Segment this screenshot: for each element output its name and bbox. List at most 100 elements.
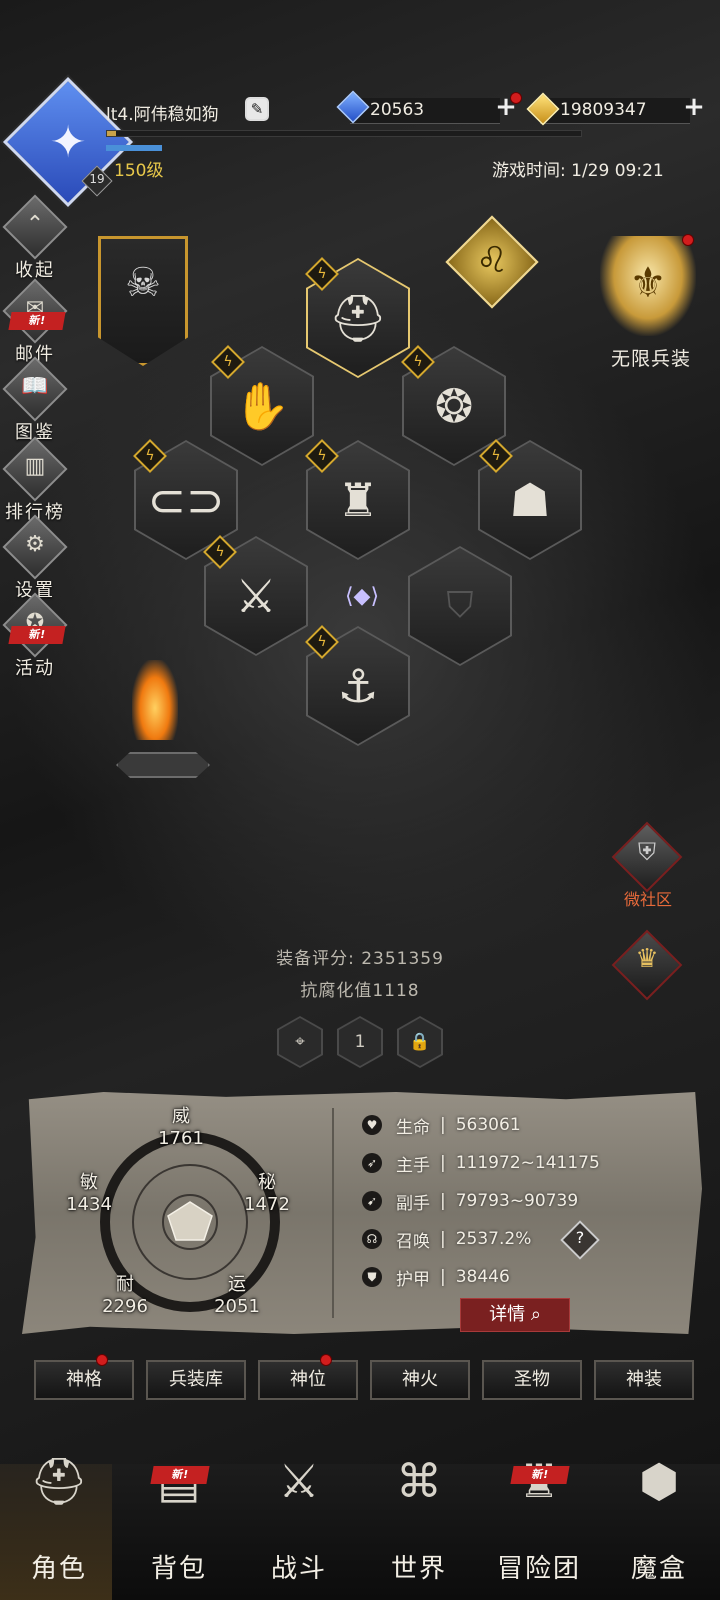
gear-icon: ⚙ bbox=[25, 532, 45, 557]
lion-head-icon: ♌ bbox=[475, 240, 509, 281]
swap-diamond-icon[interactable]: ⟨◆⟩ bbox=[322, 584, 402, 609]
torch-pedestal bbox=[116, 752, 210, 778]
belt-icon: ⊂⊃ bbox=[147, 473, 225, 527]
lightning-icon: ϟ bbox=[223, 354, 233, 370]
stat-value: 111972~141175 bbox=[455, 1153, 600, 1173]
community-label[interactable]: 微社区 bbox=[600, 886, 696, 910]
new-tag: 新! bbox=[8, 312, 66, 330]
diamond-amount: 20563 bbox=[370, 100, 425, 120]
sword-icon: ➶ bbox=[362, 1153, 382, 1173]
shield-icon: ⛉ bbox=[446, 585, 474, 626]
lightning-icon: ϟ bbox=[317, 634, 327, 650]
collapse-icon: ⌃ bbox=[25, 212, 45, 237]
summon-icon: ☊ bbox=[362, 1229, 382, 1249]
infinite-gear-label[interactable]: 无限兵装 bbox=[586, 344, 716, 371]
necklace-icon: ❂ bbox=[434, 379, 474, 433]
add-gold-button[interactable]: + bbox=[682, 94, 706, 120]
attribute-mi: 秘 1472 bbox=[222, 1172, 312, 1216]
coat-icon: ♜ bbox=[337, 473, 379, 527]
attribute-min: 敏 1434 bbox=[44, 1172, 134, 1216]
attribute-name: 秘 bbox=[258, 1172, 276, 1193]
nav-label-0[interactable]: 角色 bbox=[0, 1548, 118, 1585]
stat-row: ➹ 副手 | 79793~90739 bbox=[362, 1188, 578, 1214]
stat-separator: | bbox=[440, 1115, 446, 1135]
helmet-icon[interactable]: ⛑ bbox=[24, 1446, 94, 1516]
new-tag: 新! bbox=[150, 1466, 210, 1484]
lightning-icon: ϟ bbox=[317, 266, 327, 282]
stats-divider bbox=[332, 1108, 334, 1318]
shield-sword-icon[interactable]: ⚔ bbox=[264, 1446, 334, 1516]
nav-label-4[interactable]: 冒险团 bbox=[480, 1548, 598, 1585]
stat-row: ☊ 召唤 | 2537.2% bbox=[362, 1226, 531, 1252]
attribute-value: 1472 bbox=[244, 1194, 290, 1215]
attribute-value: 1434 bbox=[66, 1194, 112, 1215]
attribute-radar-shape bbox=[167, 1201, 213, 1241]
dagger-icon: ➹ bbox=[362, 1191, 382, 1211]
stat-value: 38446 bbox=[455, 1267, 510, 1287]
nav-label-5[interactable]: 魔盒 bbox=[600, 1548, 718, 1585]
heart-icon: ♥ bbox=[362, 1115, 382, 1135]
cube-icon[interactable]: ⬢ bbox=[624, 1446, 694, 1516]
gauntlet-icon: ✋ bbox=[233, 378, 291, 433]
tab-5[interactable]: 神装 bbox=[594, 1360, 694, 1400]
boots-icon: ⚓ bbox=[337, 659, 379, 713]
stat-value: 79793~90739 bbox=[455, 1191, 579, 1211]
nav-label-1[interactable]: 背包 bbox=[120, 1548, 238, 1585]
side-menu-label[interactable]: 活动 bbox=[0, 654, 70, 680]
stat-value: 563061 bbox=[455, 1115, 521, 1135]
attribute-nai: 耐 2296 bbox=[80, 1274, 170, 1318]
tab-4[interactable]: 圣物 bbox=[482, 1360, 582, 1400]
nav-label-2[interactable]: 战斗 bbox=[240, 1548, 358, 1585]
stat-label: 主手 bbox=[396, 1155, 430, 1176]
stat-label: 副手 bbox=[396, 1193, 430, 1214]
stat-label: 生命 bbox=[396, 1117, 430, 1138]
corruption-resistance: 抗腐化值1118 bbox=[300, 981, 420, 1001]
notification-dot bbox=[510, 92, 522, 104]
details-button[interactable]: 详情 ⌕ bbox=[460, 1298, 570, 1332]
stat-separator: | bbox=[440, 1267, 446, 1287]
stat-separator: | bbox=[440, 1229, 446, 1249]
tab-3[interactable]: 神火 bbox=[370, 1360, 470, 1400]
edit-name-icon[interactable]: ✎ bbox=[245, 97, 269, 121]
attribute-yun: 运 2051 bbox=[192, 1274, 282, 1318]
game-time: 游戏时间: 1/29 09:21 bbox=[492, 161, 664, 181]
tab-2[interactable]: 神位 bbox=[258, 1360, 358, 1400]
attribute-value: 1761 bbox=[158, 1128, 204, 1149]
tab-0[interactable]: 神格 bbox=[34, 1360, 134, 1400]
stat-separator: | bbox=[440, 1191, 446, 1211]
stat-value: 2537.2% bbox=[455, 1229, 532, 1249]
lightning-icon: ϟ bbox=[317, 448, 327, 464]
stat-label: 召唤 bbox=[396, 1231, 430, 1252]
new-tag: 新! bbox=[510, 1466, 570, 1484]
attribute-name: 运 bbox=[228, 1274, 246, 1295]
level-badge-text: 19 bbox=[89, 172, 105, 186]
ranking-icon: ▥ bbox=[24, 454, 46, 479]
stat-label: 护甲 bbox=[396, 1269, 430, 1290]
stat-row: ⛊ 护甲 | 38446 bbox=[362, 1264, 510, 1290]
attribute-value: 2051 bbox=[214, 1296, 260, 1317]
stat-row: ➶ 主手 | 111972~141175 bbox=[362, 1150, 600, 1176]
offhand-slot[interactable]: ⛉ bbox=[410, 548, 510, 664]
xp-bar bbox=[106, 130, 582, 137]
lightning-icon: ϟ bbox=[413, 354, 423, 370]
knight-helmet-icon: ⛨ bbox=[638, 838, 656, 866]
map-icon[interactable]: ⌘ bbox=[384, 1446, 454, 1516]
helmet-icon: ⛑ bbox=[328, 290, 388, 345]
cloak-icon: ☗ bbox=[509, 473, 551, 527]
gold-amount: 19809347 bbox=[560, 100, 647, 120]
attribute-name: 敏 bbox=[80, 1172, 98, 1193]
book-icon: 📖 bbox=[21, 374, 49, 399]
notification-dot bbox=[320, 1354, 332, 1366]
attribute-wei: 威 1761 bbox=[136, 1106, 226, 1150]
flame-icon[interactable] bbox=[132, 660, 178, 740]
question-icon: ? bbox=[575, 1228, 585, 1247]
tab-1[interactable]: 兵装库 bbox=[146, 1360, 246, 1400]
notification-dot bbox=[96, 1354, 108, 1366]
magnifier-icon: ⌕ bbox=[530, 1304, 541, 1325]
demon-skull-icon: ☠ bbox=[125, 260, 161, 306]
secondary-progress-bar bbox=[106, 145, 162, 151]
nav-label-3[interactable]: 世界 bbox=[360, 1548, 478, 1585]
player-name: lt4.阿伟稳如狗 bbox=[106, 105, 219, 125]
location-pin-icon: ⌖ bbox=[295, 1032, 305, 1052]
page-number-text: 1 bbox=[354, 1032, 366, 1052]
